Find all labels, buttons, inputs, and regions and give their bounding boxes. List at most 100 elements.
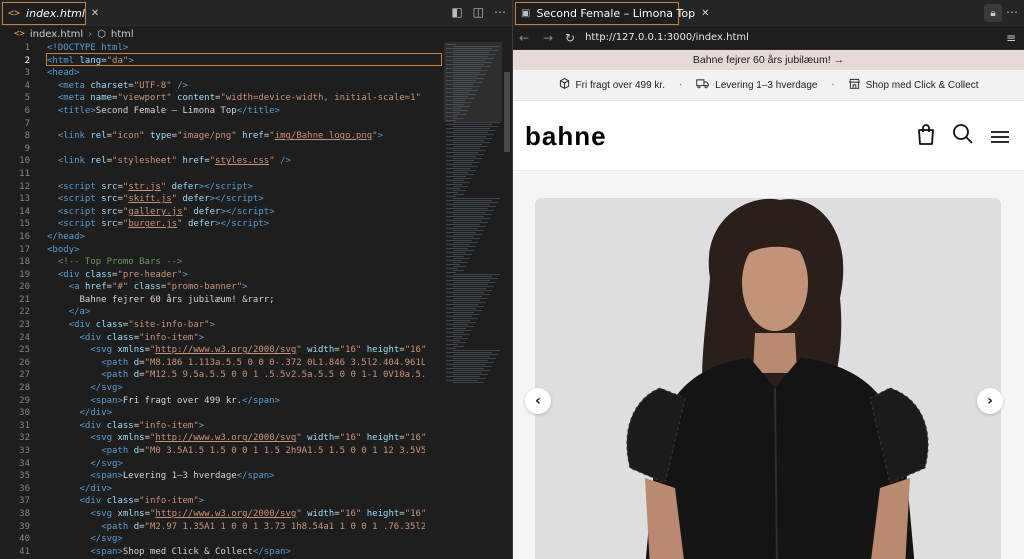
line-number: 8 <box>24 131 30 142</box>
minimap-line <box>446 300 480 301</box>
code-line[interactable]: 27 <path d="M12.5 9.5a.5.5 0 0 1 .5.5v2.… <box>0 369 513 382</box>
code-line[interactable]: 14 <script src="gallery.js" defer></scri… <box>0 206 513 219</box>
split-editor-icon[interactable]: ◫ <box>473 5 484 19</box>
line-number: 10 <box>19 156 30 167</box>
search-icon[interactable] <box>952 123 974 150</box>
promo-banner[interactable]: Bahne fejrer 60 års jubilæum! → <box>513 50 1024 70</box>
lock-icon[interactable]: 🔒︎ <box>984 4 1002 22</box>
product-image-gallery[interactable] <box>535 198 1001 559</box>
line-number: 15 <box>19 219 30 230</box>
code-line[interactable]: 41 <span>Shop med Click & Collect</span> <box>0 546 513 559</box>
code-line[interactable]: 3 <head> <box>0 67 513 80</box>
minimap-line <box>446 156 476 157</box>
code-line[interactable]: 28 </svg> <box>0 382 513 395</box>
code-line[interactable]: 5 <meta name="viewport" content="width=d… <box>0 92 513 105</box>
forward-arrow-icon[interactable]: → <box>541 31 555 45</box>
editor-scrollbar[interactable] <box>502 42 512 559</box>
info-item-text: Fri fragt over 499 kr. <box>575 79 665 91</box>
minimap-line <box>446 164 472 165</box>
code-line[interactable]: 23 <div class="site-info-bar"> <box>0 319 513 332</box>
code-line[interactable]: 17 <body> <box>0 244 513 257</box>
line-number: 33 <box>19 446 30 456</box>
minimap-line <box>446 236 474 237</box>
code-text: </svg> <box>90 534 123 545</box>
code-line[interactable]: 26 <path d="M8.186 1.113a.5.5 0 0 0-.372… <box>0 357 513 370</box>
code-line[interactable]: 1 <!DOCTYPE html> <box>0 42 513 55</box>
code-line[interactable]: 37 <div class="info-item"> <box>0 495 513 508</box>
code-line[interactable]: 6 <title>Second Female – Limona Top</tit… <box>0 105 513 118</box>
close-icon[interactable]: ✕ <box>91 8 99 19</box>
close-icon[interactable]: ✕ <box>701 8 709 19</box>
code-line[interactable]: 4 <meta charset="UTF-8" /> <box>0 80 513 93</box>
open-preview-icon[interactable]: ◧ <box>451 5 462 19</box>
minimap-line <box>453 190 466 191</box>
code-line[interactable]: 32 <svg xmlns="http://www.w3.org/2000/sv… <box>0 432 513 445</box>
editor-tab-bar: <> index.html ✕ ◧ ◫ ⋯ <box>0 0 512 26</box>
minimap-slider[interactable] <box>444 42 502 122</box>
hamburger-menu-icon[interactable] <box>990 125 1010 149</box>
browser-tab[interactable]: ▣ Second Female – Limona Top ✕ <box>515 2 710 25</box>
minimap-line <box>446 352 492 353</box>
code-line[interactable]: 25 <svg xmlns="http://www.w3.org/2000/sv… <box>0 344 513 357</box>
reload-icon[interactable]: ↻ <box>565 31 575 45</box>
code-line[interactable]: 2 <html lang="da"> <box>0 55 513 68</box>
minimap-line <box>453 346 464 347</box>
code-line[interactable]: 30 </div> <box>0 407 513 420</box>
more-actions-icon[interactable]: ⋯ <box>494 5 506 19</box>
address-bar: ← → ↻ http://127.0.0.1:3000/index.html ≡ <box>513 26 1024 50</box>
bahne-logo[interactable]: bahne <box>525 121 607 152</box>
hamburger-menu-icon[interactable]: ≡ <box>1006 31 1016 45</box>
gallery-next-button[interactable]: › <box>977 388 1003 414</box>
minimap-line <box>446 364 486 365</box>
line-number: 30 <box>19 408 30 419</box>
minimap-line <box>453 166 478 167</box>
code-line[interactable]: 24 <div class="info-item"> <box>0 332 513 345</box>
code-line[interactable]: 13 <script src="skift.js" defer></script… <box>0 193 513 206</box>
code-line[interactable]: 12 <script src="str.js" defer></script> <box>0 181 513 194</box>
minimap-line <box>453 354 498 355</box>
minimap-line <box>446 296 482 297</box>
code-line[interactable]: 21 Bahne fejrer 60 års jubilæum! &rarr; <box>0 294 513 307</box>
code-line[interactable]: 18 <!-- Top Promo Bars --> <box>0 256 513 269</box>
code-line[interactable]: 29 <span>Fri fragt over 499 kr.</span> <box>0 395 513 408</box>
code-line[interactable]: 8 <link rel="icon" type="image/png" href… <box>0 130 513 143</box>
gallery-prev-button[interactable]: ‹ <box>525 388 551 414</box>
line-number: 21 <box>19 294 30 305</box>
editor-tab-index-html[interactable]: <> index.html ✕ <box>2 2 99 25</box>
code-text: <a href="#" class="promo-banner"> <box>68 282 248 293</box>
code-line[interactable]: 10 <link rel="stylesheet" href="styles.c… <box>0 155 513 168</box>
minimap-line <box>453 338 468 339</box>
code-line[interactable]: 9 <box>0 143 513 156</box>
code-line[interactable]: 36 </div> <box>0 483 513 496</box>
code-line[interactable]: 15 <script src="burger.js" defer></scrip… <box>0 218 513 231</box>
code-line[interactable]: 19 <div class="pre-header"> <box>0 269 513 282</box>
minimap-line <box>446 208 488 209</box>
code-line[interactable]: 31 <div class="info-item"> <box>0 420 513 433</box>
code-line[interactable]: 11 <box>0 168 513 181</box>
back-arrow-icon[interactable]: ← <box>517 31 531 45</box>
minimap-line <box>446 228 478 229</box>
code-line[interactable]: 40 </svg> <box>0 533 513 546</box>
line-number: 28 <box>19 383 30 394</box>
code-line[interactable]: 38 <svg xmlns="http://www.w3.org/2000/sv… <box>0 508 513 521</box>
code-area[interactable]: 1 <!DOCTYPE html> 2 <html lang="da"> 3 <head>… <box>0 42 513 559</box>
minimap-line <box>453 222 488 223</box>
code-line[interactable]: 20 <a href="#" class="promo-banner"> <box>0 281 513 294</box>
url-field[interactable]: http://127.0.0.1:3000/index.html <box>585 32 749 43</box>
shopping-bag-icon[interactable] <box>916 123 936 150</box>
minimap-line <box>446 124 492 125</box>
breadcrumb-file[interactable]: index.html <box>30 29 83 40</box>
code-line[interactable]: 34 </svg> <box>0 458 513 471</box>
code-line[interactable]: 22 </a> <box>0 306 513 319</box>
code-line[interactable]: 35 <span>Levering 1–3 hverdage</span> <box>0 470 513 483</box>
code-line[interactable]: 16 </head> <box>0 231 513 244</box>
code-line[interactable]: 7 <box>0 118 513 131</box>
code-line[interactable]: 39 <path d="M2.97 1.35A1 1 0 0 1 3.73 1h… <box>0 521 513 534</box>
line-number: 9 <box>24 143 30 154</box>
editor-scrollbar-thumb[interactable] <box>504 72 510 152</box>
minimap-line <box>453 266 466 267</box>
breadcrumb-element[interactable]: html <box>111 29 134 40</box>
code-line[interactable]: 33 <path d="M0 3.5A1.5 1.5 0 0 1 1.5 2h9… <box>0 445 513 458</box>
more-actions-icon[interactable]: ⋯ <box>1006 5 1018 19</box>
